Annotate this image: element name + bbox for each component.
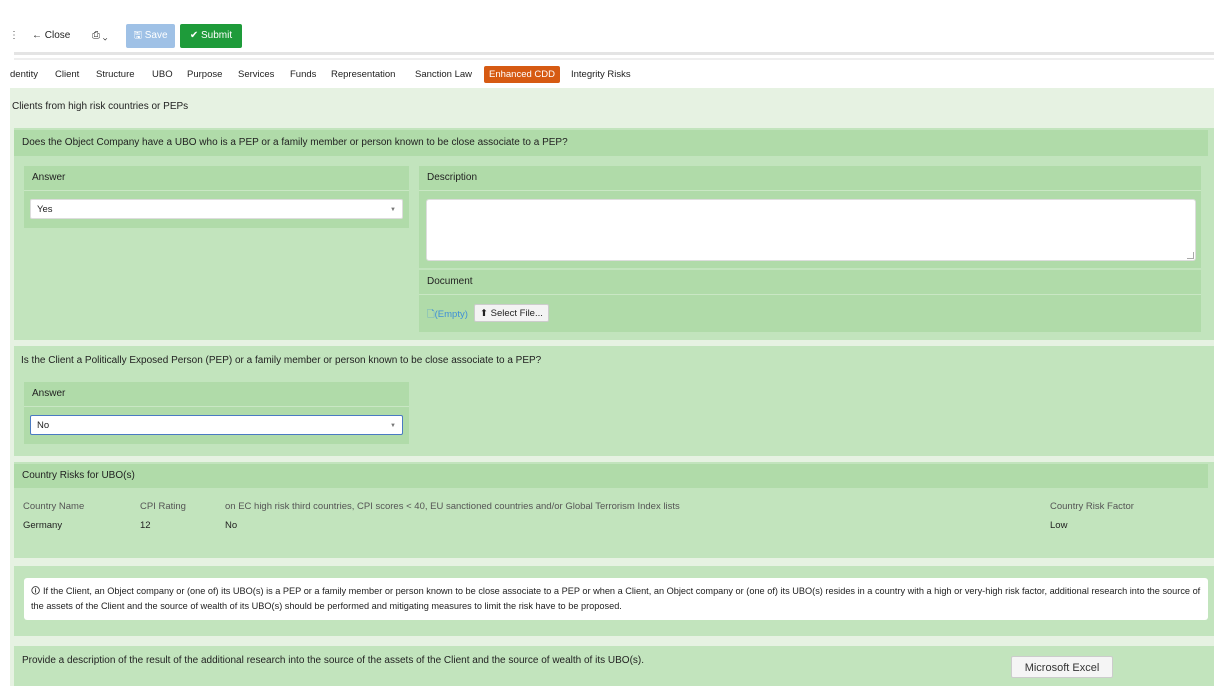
chevron-down-icon: ▼	[390, 423, 396, 429]
ubo-pep-answer-group: Answer Yes ▼	[24, 166, 409, 228]
description-group: Description	[419, 166, 1201, 268]
ubo-pep-answer-value: Yes	[37, 204, 53, 215]
submit-button[interactable]: ✔ Submit	[180, 24, 242, 48]
select-file-button[interactable]: ⬆ Select File...	[474, 304, 549, 322]
tab-client[interactable]: Client	[55, 66, 79, 83]
tab-ubo[interactable]: UBO	[152, 66, 173, 83]
tab-enhanced-cdd[interactable]: Enhanced CDD	[484, 66, 561, 83]
upload-icon: ⬆	[480, 308, 491, 319]
cell-country-name: Germany	[23, 520, 63, 531]
ubo-pep-question: Does the Object Company have a UBO who i…	[14, 130, 1208, 156]
ubo-pep-answer-select[interactable]: Yes ▼	[30, 199, 403, 219]
tab-funds[interactable]: Funds	[290, 66, 316, 83]
section-title: Clients from high risk countries or PEPs	[12, 101, 189, 112]
tab-purpose[interactable]: Purpose	[187, 66, 222, 83]
description-label: Description	[419, 166, 1201, 191]
tab-identity[interactable]: dentity	[10, 66, 38, 83]
country-risks-panel: Country Risks for UBO(s) Country Name CP…	[14, 462, 1214, 558]
client-pep-answer-select[interactable]: No ▼	[30, 415, 403, 435]
description-textarea[interactable]	[426, 199, 1196, 261]
cell-cpi-rating: 12	[140, 520, 151, 531]
ubo-pep-panel: Does the Object Company have a UBO who i…	[14, 128, 1214, 340]
chevron-down-icon: ▼	[390, 207, 396, 213]
print-dropdown-button[interactable]: ⎙ ⌄	[92, 24, 108, 48]
info-icon: 🛈	[31, 586, 43, 596]
country-risks-table: Country Name CPI Rating on EC high risk …	[14, 462, 1214, 558]
info-box: 🛈 If the Client, an Object company or (o…	[24, 578, 1208, 620]
tab-sanction-law[interactable]: Sanction Law	[415, 66, 472, 83]
answer-label: Answer	[24, 166, 409, 191]
document-empty-link[interactable]: 🗋(Empty)	[427, 307, 468, 323]
menu-dots-icon[interactable]: ⋮	[9, 30, 19, 41]
client-pep-question: Is the Client a Politically Exposed Pers…	[21, 355, 542, 366]
resize-handle-icon[interactable]	[1187, 252, 1194, 259]
client-pep-answer-group: Answer No ▼	[24, 382, 409, 444]
toolbar-divider-secondary	[14, 58, 1214, 60]
tab-representation[interactable]: Representation	[331, 66, 395, 83]
tab-integrity-risks[interactable]: Integrity Risks	[571, 66, 631, 83]
cell-ec-lists: No	[225, 520, 238, 531]
toolbar: ⋮ ← Close ⎙ ⌄ 🖫 Save ✔ Submit	[0, 0, 1224, 50]
header-ec-lists: on EC high risk third countries, CPI sco…	[225, 501, 680, 512]
microsoft-excel-button[interactable]: Microsoft Excel	[1011, 656, 1113, 678]
header-cpi-rating: CPI Rating	[140, 501, 186, 512]
cell-country-risk-factor: Low	[1050, 520, 1068, 531]
document-label: Document	[419, 270, 1201, 295]
document-empty-value: (Empty)	[434, 309, 468, 320]
info-panel: 🛈 If the Client, an Object company or (o…	[14, 566, 1214, 636]
client-pep-panel: Is the Client a Politically Exposed Pers…	[14, 346, 1214, 456]
document-group: Document 🗋(Empty) ⬆ Select File...	[419, 270, 1201, 332]
save-button[interactable]: 🖫 Save	[126, 24, 175, 48]
answer-label: Answer	[24, 382, 409, 407]
info-text: If the Client, an Object company or (one…	[31, 586, 1201, 611]
client-pep-answer-value: No	[37, 420, 50, 431]
header-country-name: Country Name	[23, 501, 85, 512]
tab-structure[interactable]: Structure	[96, 66, 135, 83]
toolbar-divider	[14, 52, 1214, 55]
header-country-risk-factor: Country Risk Factor	[1050, 501, 1134, 512]
close-button[interactable]: ← Close	[32, 24, 70, 48]
tab-services[interactable]: Services	[238, 66, 274, 83]
select-file-label: Select File...	[490, 308, 543, 319]
